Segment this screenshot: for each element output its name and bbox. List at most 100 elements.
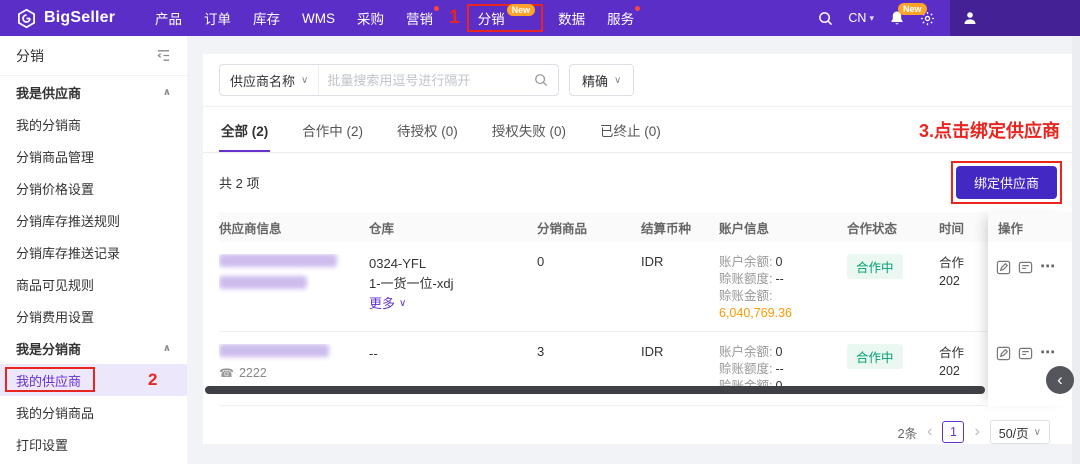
account-value: 0 [775, 345, 782, 359]
pagination-total: 2条 [898, 423, 917, 442]
col-header-status: 合作状态 [847, 218, 939, 237]
nav-item-distribution[interactable]: 分销 [471, 8, 507, 28]
suppliers-table: 供应商信息 仓库 分销商品 结算币种 账户信息 合作状态 时间 0324-YFL… [219, 212, 1072, 406]
table-row: 0324-YFL 1-一货一位-xdj 更多∨ 0 IDR 账户余额:0 赊账额… [219, 242, 1072, 332]
status-tabs: 全部 (2) 合作中 (2) 待授权 (0) 授权失败 (0) 已终止 (0) … [203, 107, 1072, 153]
brand-logo[interactable]: BigSeller [16, 8, 144, 29]
more-label: 更多 [369, 294, 395, 314]
nav-right-cluster: CN▾ New [818, 0, 1080, 36]
sidebar-item-label: 分销库存推送记录 [16, 243, 120, 262]
new-badge: New [507, 4, 536, 16]
search-submit-icon[interactable] [534, 73, 558, 87]
nav-item-label: 分销 [478, 8, 505, 28]
tab-all[interactable]: 全部 (2) [219, 107, 270, 152]
tab-terminated[interactable]: 已终止 (0) [598, 107, 663, 152]
nav-item-products[interactable]: 产品 [144, 0, 193, 36]
sidebar-item-label: 分销价格设置 [16, 179, 94, 198]
blurred-supplier-name [219, 344, 329, 357]
page-size-select[interactable]: 50/页 ∨ [990, 420, 1050, 444]
search-icon[interactable] [818, 11, 833, 26]
current-page-button[interactable]: 1 [942, 421, 964, 443]
tab-pending-auth[interactable]: 待授权 (0) [395, 107, 460, 152]
match-mode-select[interactable]: 精确 ∨ [569, 64, 634, 96]
search-input[interactable] [319, 73, 534, 88]
sidebar-section-distributor[interactable]: 我是分销商 ∧ [0, 332, 187, 364]
sidebar-item-label: 打印设置 [16, 435, 68, 454]
edit-record-icon[interactable] [996, 260, 1011, 280]
document-icon[interactable] [1018, 346, 1033, 366]
col-header-products: 分销商品 [537, 218, 641, 237]
supplier-phone: ☎ 2222 [219, 366, 359, 380]
nav-item-label: WMS [302, 11, 335, 26]
nav-item-services[interactable]: 服务 [596, 0, 645, 36]
bigseller-logo-icon [16, 8, 37, 29]
annotation-box-3: 绑定供应商 [951, 161, 1062, 204]
warehouse-name: 1-一货一位-xdj [369, 274, 527, 294]
more-warehouses-link[interactable]: 更多∨ [369, 294, 406, 314]
tab-cooperating[interactable]: 合作中 (2) [300, 107, 365, 152]
chevron-up-icon: ∧ [163, 87, 171, 98]
sidebar-item-distribution-product-mgmt[interactable]: 分销商品管理 [0, 140, 187, 172]
phone-number: 2222 [239, 366, 267, 380]
more-actions-icon[interactable]: ⋯ [1040, 346, 1055, 360]
phone-icon: ☎ [219, 366, 234, 380]
user-account-button[interactable] [950, 0, 1080, 36]
vertical-scrollbar-track[interactable] [1072, 36, 1080, 464]
col-header-operations: 操作 [988, 212, 1072, 242]
chevron-down-icon: ∨ [614, 75, 621, 86]
sidebar-item-print-settings[interactable]: 打印设置 [0, 428, 187, 460]
table-header-row: 供应商信息 仓库 分销商品 结算币种 账户信息 合作状态 时间 [219, 212, 1072, 242]
sidebar-item-label: 分销费用设置 [16, 307, 94, 326]
sidebar-item-label: 我的分销商 [16, 115, 81, 134]
horizontal-scrollbar-thumb[interactable] [205, 386, 985, 394]
status-badge: 合作中 [847, 344, 903, 369]
account-label: 赊账金额: [719, 289, 772, 303]
nav-item-data[interactable]: 数据 [547, 0, 596, 36]
next-page-icon[interactable]: › [974, 424, 979, 440]
filter-bar: 供应商名称 ∨ 精确 ∨ [203, 54, 1072, 107]
account-value: -- [775, 362, 783, 376]
col-header-supplier-info: 供应商信息 [219, 218, 369, 237]
search-field-select[interactable]: 供应商名称 ∨ [220, 65, 319, 95]
nav-menu: 产品 订单 库存 WMS 采购 营销 1 分销 New 数据 服务 [144, 0, 645, 36]
nav-item-orders[interactable]: 订单 [193, 0, 242, 36]
nav-item-wms[interactable]: WMS [291, 0, 346, 36]
sidebar-item-product-visibility-rules[interactable]: 商品可见规则 [0, 268, 187, 300]
col-header-currency: 结算币种 [641, 218, 719, 237]
bind-supplier-button[interactable]: 绑定供应商 [956, 166, 1057, 199]
account-info-cell: 账户余额:0 赊账额度:-- 赊账金额:0 [719, 344, 847, 405]
sidebar-item-my-distributors[interactable]: 我的分销商 [0, 108, 187, 140]
collapse-panel-button[interactable]: ‹ [1046, 366, 1074, 394]
sidebar-item-my-distribution-products[interactable]: 我的分销商品 [0, 396, 187, 428]
tab-auth-failed[interactable]: 授权失败 (0) [490, 107, 568, 152]
table-row: ☎ 2222 -- 3 IDR 账户余额:0 赊账额度:-- 赊账金额:0 合作… [219, 332, 1072, 406]
sidebar-item-stock-push-rules[interactable]: 分销库存推送规则 [0, 204, 187, 236]
nav-item-marketing[interactable]: 营销 [395, 0, 444, 36]
match-mode-value: 精确 [582, 71, 608, 90]
sidebar-item-distribution-price-settings[interactable]: 分销价格设置 [0, 172, 187, 204]
products-count-cell: 3 [537, 344, 641, 405]
account-label: 账户余额: [719, 255, 772, 269]
sidebar-section-supplier[interactable]: 我是供应商 ∧ [0, 76, 187, 108]
sidebar-item-stock-push-records[interactable]: 分销库存推送记录 [0, 236, 187, 268]
sidebar-item-my-suppliers[interactable]: 我的供应商 2 [0, 364, 187, 396]
sidebar-item-label: 商品可见规则 [16, 275, 94, 294]
currency-cell: IDR [641, 254, 719, 331]
more-actions-icon[interactable]: ⋯ [1040, 260, 1055, 274]
nav-item-purchase[interactable]: 采购 [346, 0, 395, 36]
edit-record-icon[interactable] [996, 346, 1011, 366]
prev-page-icon[interactable]: ‹ [927, 424, 932, 440]
sidebar-item-distribution-fee-settings[interactable]: 分销费用设置 [0, 300, 187, 332]
tab-label: 已终止 (0) [600, 124, 661, 139]
collapse-sidebar-icon[interactable] [156, 48, 171, 63]
annotation-box-1: 分销 New [467, 4, 544, 32]
document-icon[interactable] [1018, 260, 1033, 280]
notifications-button[interactable]: New [889, 10, 905, 26]
row-actions: ⋯ [988, 242, 1072, 332]
products-count-cell: 0 [537, 254, 641, 331]
language-selector[interactable]: CN▾ [848, 11, 874, 25]
chevron-down-icon: ∨ [1034, 427, 1041, 438]
top-navbar: BigSeller 产品 订单 库存 WMS 采购 营销 1 分销 New 数据… [0, 0, 1080, 36]
annotation-step-3: 3.点击绑定供应商 [919, 117, 1060, 143]
nav-item-inventory[interactable]: 库存 [242, 0, 291, 36]
